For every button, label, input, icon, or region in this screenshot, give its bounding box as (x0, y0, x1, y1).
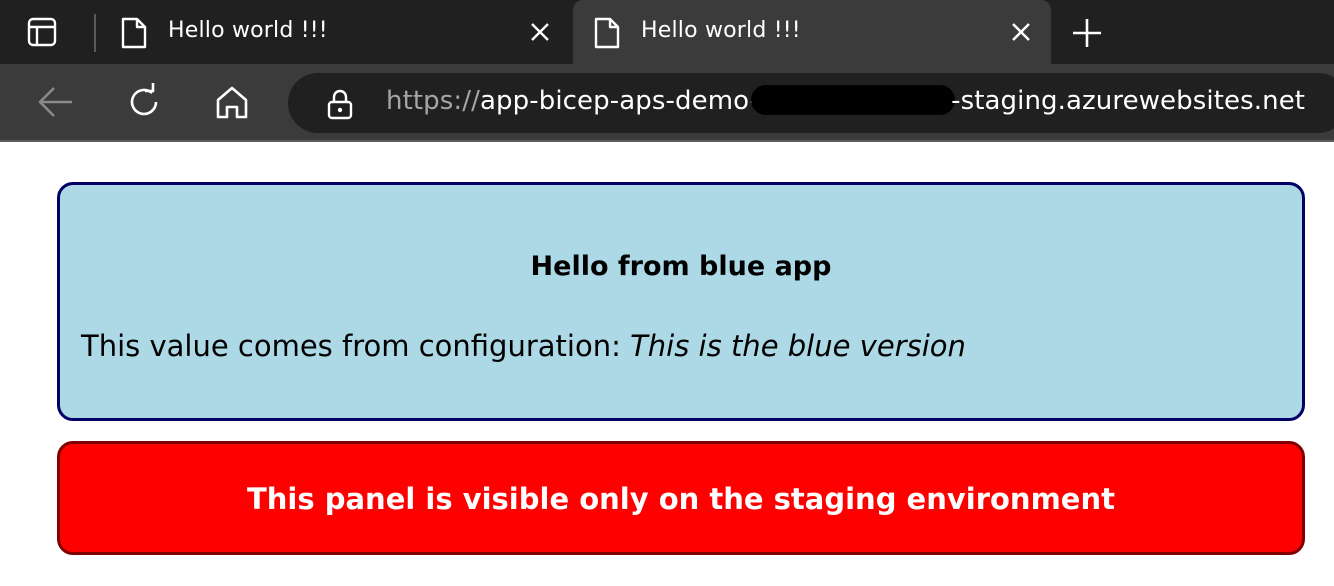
url-host-suffix: -staging.azurewebsites.net (951, 86, 1306, 116)
page-icon (120, 16, 148, 54)
url-text[interactable]: https://app-bicep-aps-demo- -staging.azur… (386, 85, 1305, 116)
lock-icon[interactable] (324, 87, 356, 125)
config-label: This value comes from configuration: (81, 329, 631, 363)
tab-inactive[interactable]: Hello world !!! (100, 0, 570, 64)
tab-active[interactable]: Hello world !!! (573, 0, 1051, 66)
staging-message: This panel is visible only on the stagin… (247, 482, 1115, 516)
staging-panel: This panel is visible only on the stagin… (57, 441, 1305, 555)
panel-heading: Hello from blue app (530, 251, 832, 282)
tab-title: Hello world !!! (641, 18, 801, 43)
url-host-prefix: app-bicep-aps-demo- (480, 86, 760, 116)
url-scheme: https:// (386, 86, 480, 116)
tab-title: Hello world !!! (168, 18, 328, 43)
plus-icon[interactable] (1068, 14, 1106, 52)
tab-strip: Hello world !!! Hello world !!! (0, 0, 1334, 66)
config-value: This is the blue version (630, 329, 966, 363)
tab-separator (94, 14, 96, 52)
refresh-icon[interactable] (122, 80, 166, 124)
redaction-bar (751, 85, 956, 115)
close-icon[interactable] (528, 20, 552, 48)
blue-app-panel: Hello from blue app This value comes fro… (57, 182, 1305, 421)
page-icon (593, 16, 621, 54)
tab-actions-icon[interactable] (22, 14, 62, 50)
back-arrow-icon[interactable] (34, 80, 78, 124)
browser-toolbar: https://app-bicep-aps-demo- -staging.azur… (0, 64, 1334, 142)
address-bar[interactable]: https://app-bicep-aps-demo- -staging.azur… (288, 73, 1334, 133)
home-icon[interactable] (210, 80, 254, 124)
close-icon[interactable] (1009, 20, 1033, 48)
config-line: This value comes from configuration: Thi… (81, 329, 966, 363)
